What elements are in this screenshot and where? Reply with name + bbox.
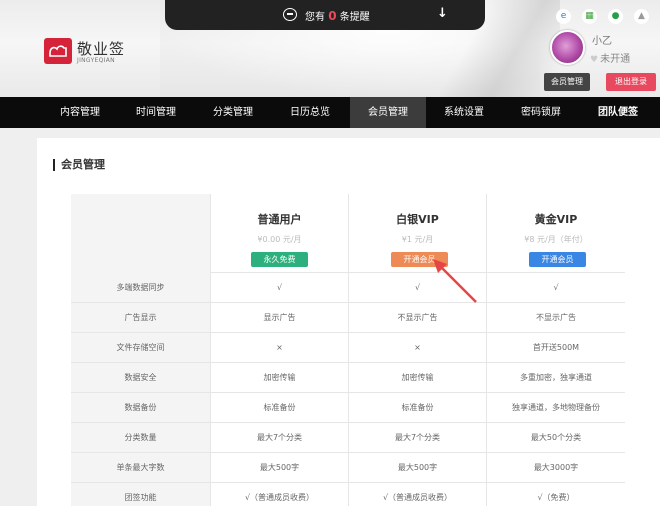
free-value: 显示广告 [210, 303, 348, 332]
nav-item-team[interactable]: 团队便签 [584, 97, 652, 128]
silver-value: 标准备份 [348, 393, 486, 422]
nav-item-membership[interactable]: 会员管理 [350, 97, 426, 128]
plan-price: ¥0.00 元/月 [257, 235, 302, 244]
table-row: 广告显示 显示广告 不显示广告 不显示广告 [71, 303, 625, 333]
plan-price: ¥8 元/月（年付） [524, 235, 588, 244]
message-icon [283, 8, 297, 21]
plan-header-row: 普通用户 ¥0.00 元/月 永久免费 白银VIP ¥1 元/月 开通会员 黄金… [71, 194, 625, 273]
table-row: 分类数量 最大7个分类 最大7个分类 最大50个分类 [71, 423, 625, 453]
logo-sub: JINGYEQIAN [77, 57, 115, 64]
plan-gold: 黄金VIP ¥8 元/月（年付） 开通会员 [486, 194, 625, 273]
gold-value: 最大3000字 [486, 453, 625, 482]
gold-value: 不显示广告 [486, 303, 625, 332]
notice-count: 0 [328, 9, 337, 23]
feature-label: 文件存储空间 [71, 333, 210, 362]
table-row: 团签功能 √（普通成员收费） √（普通成员收费） √（免费） [71, 483, 625, 506]
feature-label: 多端数据同步 [71, 273, 210, 302]
gold-value: 首开送500M [486, 333, 625, 362]
gold-value: √ [486, 273, 625, 302]
notice-bar[interactable]: 您有 0 条提醒 ↓ [165, 0, 485, 30]
silver-value: 加密传输 [348, 363, 486, 392]
table-row: 多端数据同步 √ √ √ [71, 273, 625, 303]
feature-label: 分类数量 [71, 423, 210, 452]
gold-value: 最大50个分类 [486, 423, 625, 452]
feature-label: 单条最大字数 [71, 453, 210, 482]
free-value: √ [210, 273, 348, 302]
feature-label: 数据备份 [71, 393, 210, 422]
table-row: 数据安全 加密传输 加密传输 多重加密，独享通道 [71, 363, 625, 393]
app-download-icons: e ▦ ● ▲ [556, 9, 649, 24]
feature-label: 广告显示 [71, 303, 210, 332]
gold-value: 独享通道，多地物理备份 [486, 393, 625, 422]
free-value: × [210, 333, 348, 362]
feature-label: 数据安全 [71, 363, 210, 392]
silver-value: 最大500字 [348, 453, 486, 482]
heart-icon: ♥ [590, 55, 599, 65]
logout-button[interactable]: 退出登录 [606, 73, 656, 91]
logo-name: 敬业签 [77, 40, 126, 58]
arrow-down-icon[interactable]: ↓ [437, 6, 448, 21]
gold-value: √（免费） [486, 483, 625, 506]
silver-value: 最大7个分类 [348, 423, 486, 452]
apple-icon[interactable]: ● [608, 9, 623, 24]
free-value: 加密传输 [210, 363, 348, 392]
notice-text: 您有 0 条提醒 [305, 9, 370, 23]
main-nav: 内容管理 时间管理 分类管理 日历总览 会员管理 系统设置 密码锁屏 团队便签 [0, 97, 660, 128]
free-value: 最大500字 [210, 453, 348, 482]
logo-mark-icon [44, 38, 72, 64]
nav-item-category[interactable]: 分类管理 [199, 97, 267, 128]
plan-name: 白银VIP [396, 213, 439, 226]
nav-item-settings[interactable]: 系统设置 [430, 97, 498, 128]
member-manage-button[interactable]: 会员管理 [544, 73, 590, 91]
free-value: 标准备份 [210, 393, 348, 422]
user-name: 小乙 [592, 36, 612, 47]
feature-label: 团签功能 [71, 483, 210, 506]
plan-name: 普通用户 [257, 213, 302, 226]
free-forever-button[interactable]: 永久免费 [251, 252, 308, 267]
nav-item-content[interactable]: 内容管理 [46, 97, 114, 128]
gold-open-button[interactable]: 开通会员 [529, 252, 586, 267]
free-value: √（普通成员收费） [210, 483, 348, 506]
annotation-arrow-icon [433, 259, 477, 303]
table-row: 文件存储空间 × × 首开送500M [71, 333, 625, 363]
plan-free: 普通用户 ¥0.00 元/月 永久免费 [210, 194, 348, 273]
silver-value: √（普通成员收费） [348, 483, 486, 506]
windows-icon[interactable]: ▦ [582, 9, 597, 24]
user-status: ♥ 未开通 [590, 54, 631, 65]
nav-item-calendar[interactable]: 日历总览 [276, 97, 344, 128]
gold-value: 多重加密，独享通道 [486, 363, 625, 392]
table-row: 单条最大字数 最大500字 最大500字 最大3000字 [71, 453, 625, 483]
android-icon[interactable]: ▲ [634, 9, 649, 24]
free-value: 最大7个分类 [210, 423, 348, 452]
plan-name: 黄金VIP [534, 213, 578, 226]
silver-value: × [348, 333, 486, 362]
nav-item-time[interactable]: 时间管理 [122, 97, 190, 128]
ie-icon[interactable]: e [556, 9, 571, 24]
plan-price: ¥1 元/月 [401, 235, 434, 244]
nav-item-lock[interactable]: 密码锁屏 [507, 97, 575, 128]
header-empty-cell [71, 194, 210, 273]
table-row: 数据备份 标准备份 标准备份 独享通道，多地物理备份 [71, 393, 625, 423]
avatar[interactable] [550, 30, 585, 65]
section-title: 会员管理 [53, 159, 105, 171]
